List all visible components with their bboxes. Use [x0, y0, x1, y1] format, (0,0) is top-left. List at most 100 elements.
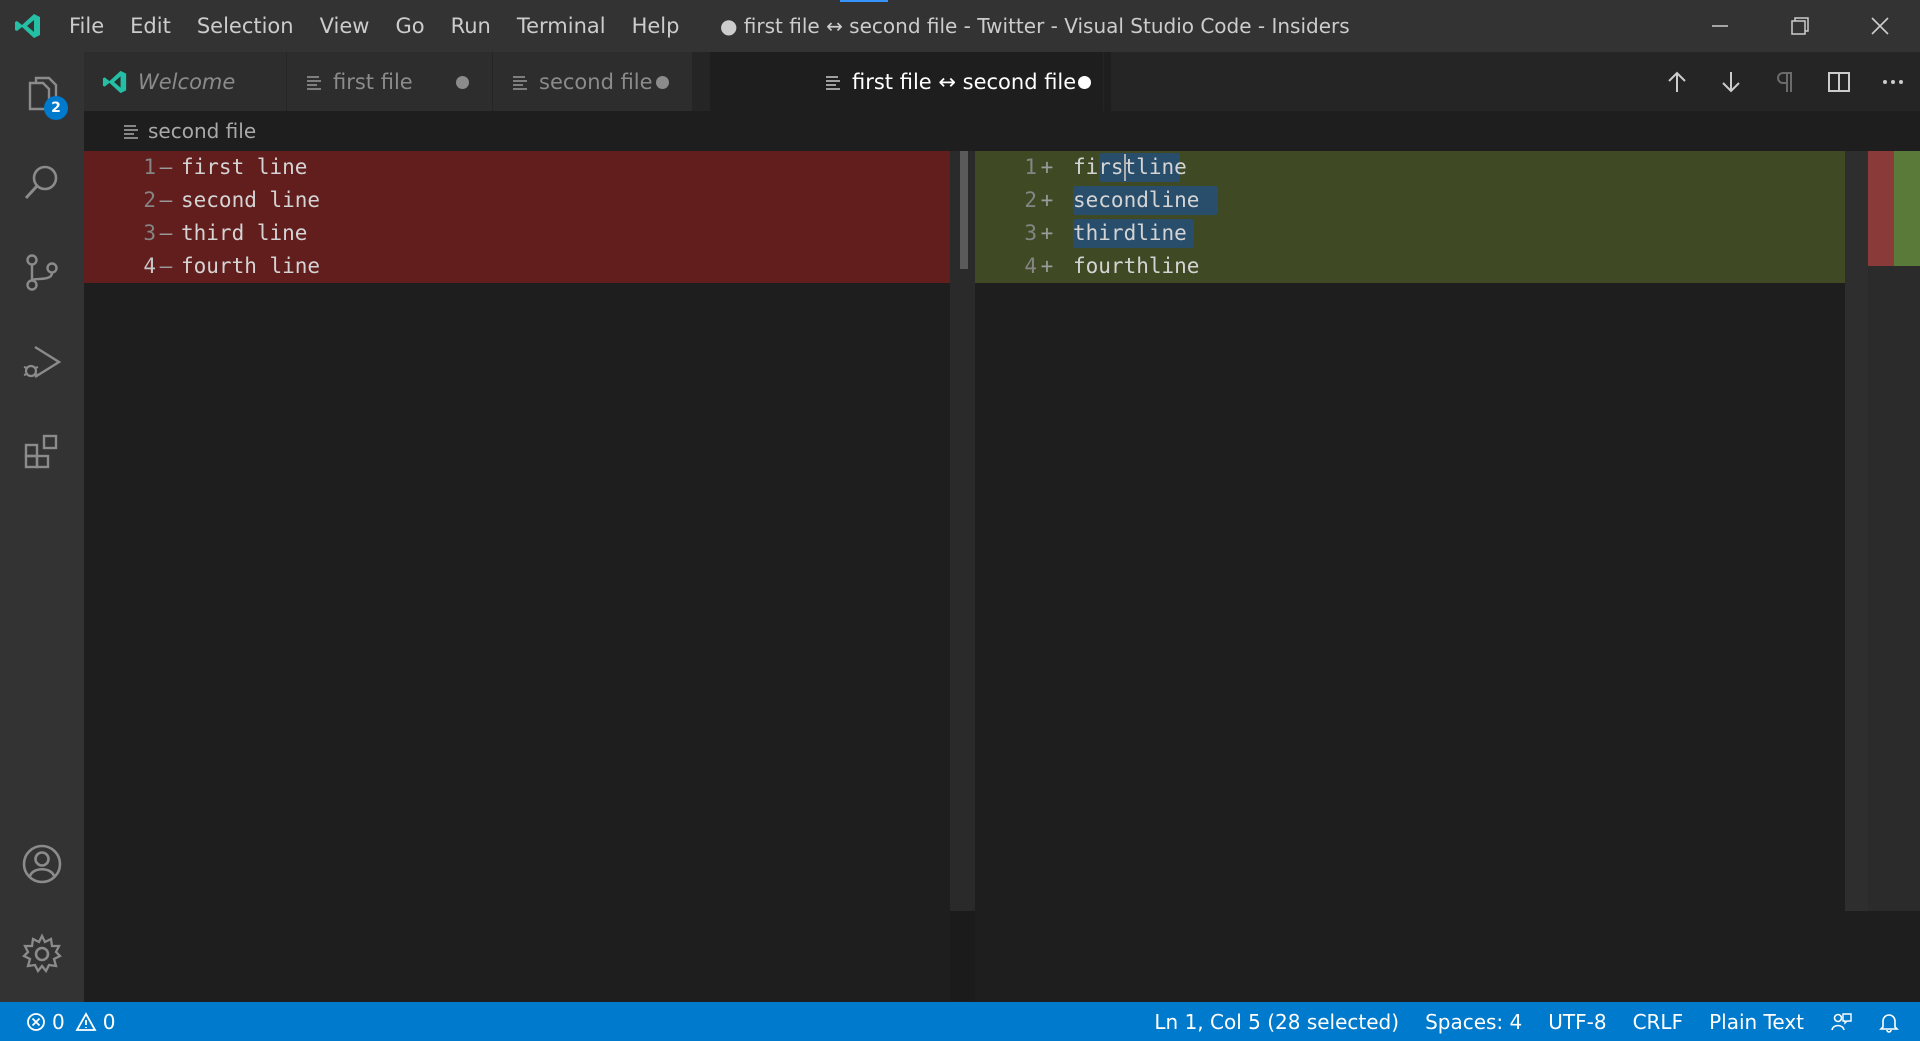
show-whitespace-button[interactable]: [1758, 52, 1812, 111]
line-text: third line: [181, 221, 308, 245]
inserted-line: 4 + fourthline: [975, 250, 1845, 283]
editor-actions: [1650, 52, 1920, 111]
more-actions-button[interactable]: [1866, 52, 1920, 111]
arrow-up-icon: [1668, 71, 1686, 92]
removed-sign: —: [159, 188, 173, 212]
bell-icon: [1879, 1013, 1899, 1033]
activity-bar: 2: [0, 52, 84, 1002]
line-text: second line: [181, 188, 321, 212]
unsaved-dot-icon[interactable]: [1078, 76, 1091, 89]
inserted-line: 2 + secondline: [975, 184, 1845, 217]
status-bar-right: Ln 1, Col 5 (28 selected) Spaces: 4 UTF-…: [1141, 1002, 1920, 1041]
line-text: secondline: [1073, 188, 1200, 212]
title-bar: File Edit Selection View Go Run Terminal…: [0, 0, 1920, 52]
arrow-down-icon: [1722, 71, 1740, 92]
overview-removed-marker: [1868, 151, 1894, 266]
inserted-line: 1 + firstline: [975, 151, 1845, 184]
menu-terminal[interactable]: Terminal: [504, 0, 619, 52]
run-debug-icon: [23, 345, 62, 379]
close-window-button[interactable]: [1840, 0, 1920, 52]
line-number: 1: [1024, 155, 1037, 179]
menu-bar: File Edit Selection View Go Run Terminal…: [56, 0, 692, 52]
extensions-icon: [24, 434, 58, 469]
previous-change-button[interactable]: [1650, 52, 1704, 111]
inserted-sign: +: [1040, 221, 1054, 245]
feedback-button[interactable]: [1817, 1011, 1865, 1033]
error-count: 0: [52, 1009, 65, 1034]
vscode-icon: [102, 70, 127, 93]
removed-sign: —: [159, 221, 173, 245]
run-debug-button[interactable]: [0, 320, 84, 404]
source-control-button[interactable]: [0, 230, 84, 314]
ellipsis-icon: [1883, 79, 1903, 84]
next-change-button[interactable]: [1704, 52, 1758, 111]
window-title: ● first file ↔ second file - Twitter - V…: [720, 14, 1350, 38]
restore-button[interactable]: [1760, 0, 1840, 52]
text-file-icon: [124, 125, 138, 139]
text-file-icon: [307, 75, 321, 90]
line-number: 1: [143, 155, 156, 179]
line-text: thirdline: [1073, 221, 1187, 245]
cursor-position[interactable]: Ln 1, Col 5 (28 selected): [1141, 1010, 1412, 1034]
manage-button[interactable]: [0, 912, 84, 996]
menu-run[interactable]: Run: [438, 0, 504, 52]
tab-first-file[interactable]: first file: [287, 52, 493, 111]
search-icon: [24, 165, 58, 200]
diff-modified-pane[interactable]: 1 + firstline 2 + secondline 3 + thirdli…: [975, 151, 1845, 1001]
modified-scrollbar[interactable]: [1845, 151, 1868, 911]
tab-second-file[interactable]: second file: [493, 52, 693, 111]
unsaved-dot-icon[interactable]: [656, 76, 669, 89]
split-editor-button[interactable]: [1812, 52, 1866, 111]
language-mode[interactable]: Plain Text: [1696, 1010, 1817, 1034]
window-controls: [1680, 0, 1920, 52]
extensions-button[interactable]: [0, 410, 84, 494]
indentation-status[interactable]: Spaces: 4: [1412, 1010, 1535, 1034]
menu-file[interactable]: File: [56, 0, 117, 52]
warning-count: 0: [102, 1009, 116, 1034]
vscode-logo-icon: [0, 0, 56, 52]
pilcrow-icon: [1777, 71, 1792, 92]
accounts-button[interactable]: [0, 822, 84, 906]
source-control-icon: [26, 254, 58, 291]
line-number: 3: [143, 221, 156, 245]
split-editor-icon: [1828, 71, 1850, 92]
tab-label: Welcome: [138, 69, 236, 94]
menu-go[interactable]: Go: [382, 0, 437, 52]
overview-inserted-marker: [1894, 151, 1920, 266]
menu-edit[interactable]: Edit: [117, 0, 184, 52]
tab-welcome[interactable]: Welcome: [84, 52, 287, 111]
restore-icon: [1791, 17, 1809, 35]
unsaved-dot-icon[interactable]: [456, 76, 469, 89]
breadcrumb: second file: [84, 111, 1920, 151]
editor-tab-bar: Welcome first file second file first fil…: [84, 52, 1920, 111]
notifications-button[interactable]: [1865, 1011, 1920, 1033]
line-number: 4: [1024, 254, 1037, 278]
line-text: fourth line: [181, 254, 321, 278]
tab-label: first file ↔ second file: [852, 69, 1077, 94]
removed-line: 3 — third line: [84, 217, 950, 250]
gear-icon: [22, 933, 62, 974]
encoding-status[interactable]: UTF-8: [1535, 1010, 1619, 1034]
text-file-icon: [826, 75, 840, 90]
removed-sign: —: [159, 254, 173, 278]
error-icon: [27, 1012, 45, 1031]
minimize-button[interactable]: [1680, 0, 1760, 52]
diff-original-pane[interactable]: 1 — first line 2 — second line 3 — third…: [84, 151, 950, 1001]
line-number: 3: [1024, 221, 1037, 245]
line-number: 2: [1024, 188, 1037, 212]
tab-diff-active[interactable]: first file ↔ second file: [710, 52, 1104, 111]
inserted-sign: +: [1040, 188, 1054, 212]
tab-label: first file: [333, 69, 413, 94]
explorer-button[interactable]: 2: [0, 52, 84, 136]
search-button[interactable]: [0, 140, 84, 224]
menu-selection[interactable]: Selection: [184, 0, 307, 52]
breadcrumb-file[interactable]: second file: [148, 119, 256, 143]
line-text: fourthline: [1073, 254, 1200, 278]
feedback-icon: [1831, 1012, 1852, 1030]
menu-help[interactable]: Help: [619, 0, 693, 52]
eol-status[interactable]: CRLF: [1620, 1010, 1697, 1034]
original-scrollbar-thumb[interactable]: [960, 151, 968, 269]
inserted-sign: +: [1040, 254, 1054, 278]
menu-view[interactable]: View: [307, 0, 383, 52]
problems-status[interactable]: 0 0: [0, 1010, 128, 1034]
